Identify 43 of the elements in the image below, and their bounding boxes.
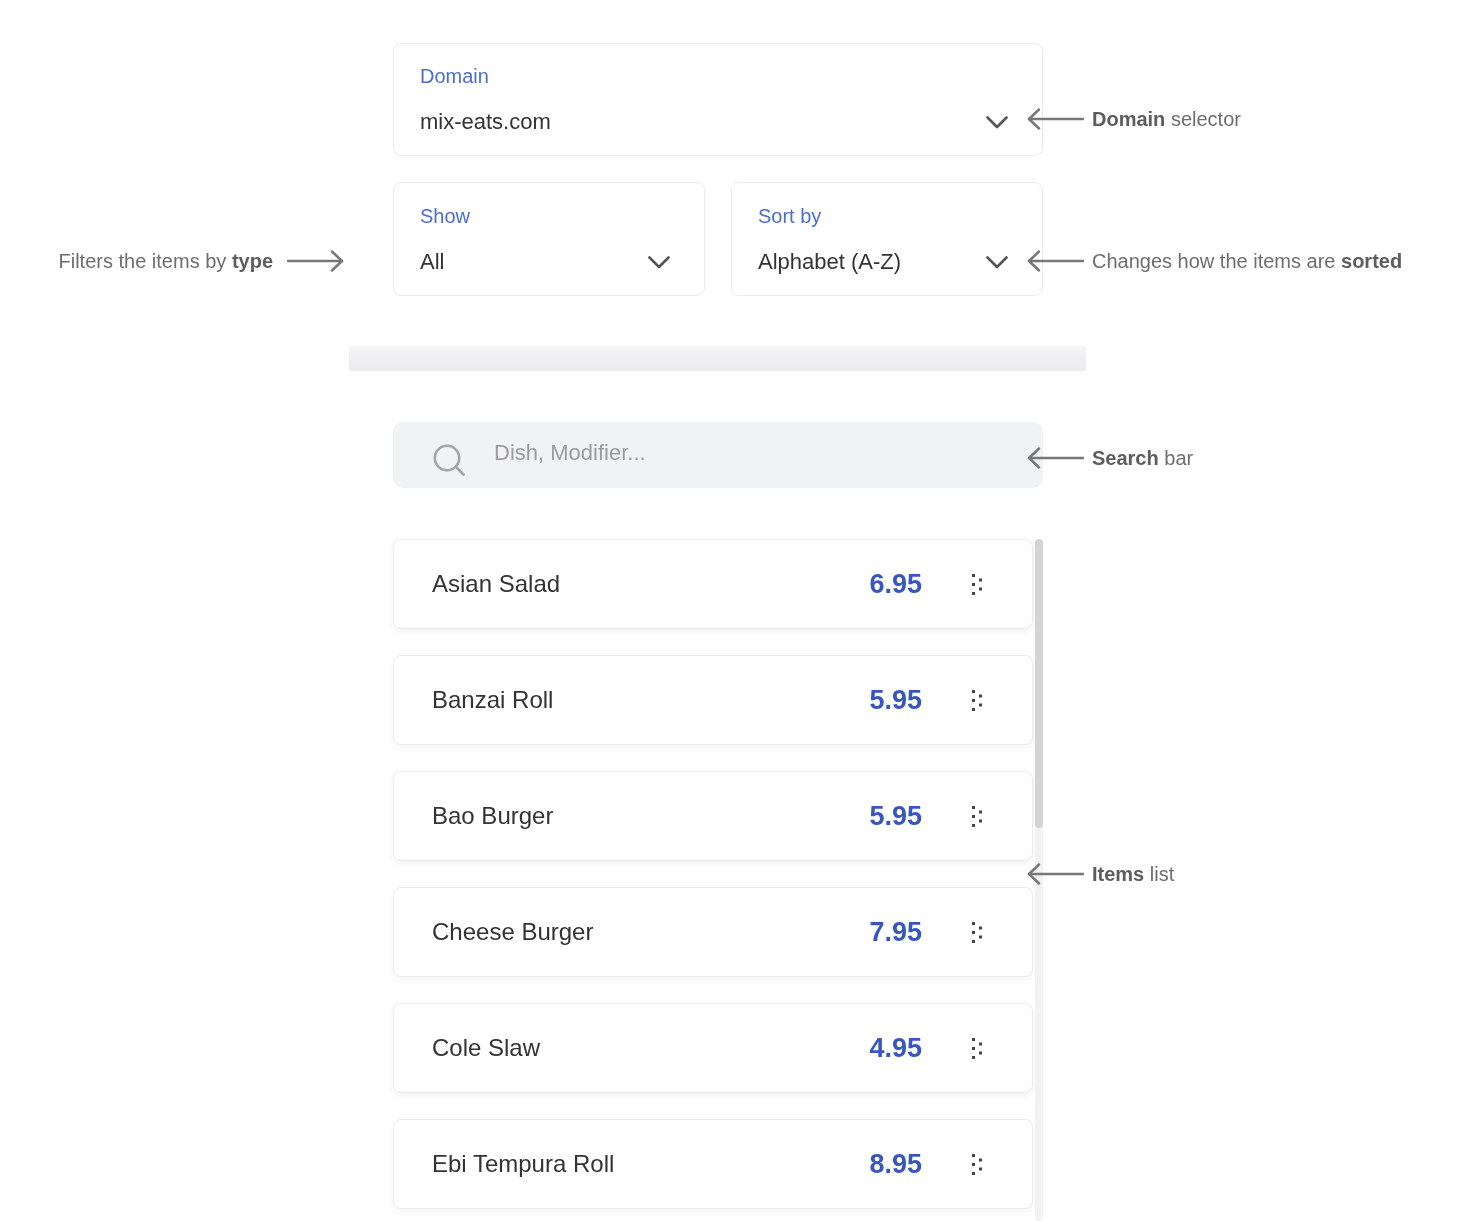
search-field[interactable]: Dish, Modifier... xyxy=(393,422,1043,488)
item-card[interactable]: Asian Salad 6.95 xyxy=(393,539,1033,629)
item-price: 7.95 xyxy=(869,916,922,948)
callout-text: Filters the items by type xyxy=(58,249,273,273)
item-price: 5.95 xyxy=(869,800,922,832)
search-icon xyxy=(433,444,465,476)
callout-arrow xyxy=(1027,250,1084,272)
dotted-handle-icon[interactable] xyxy=(972,921,982,943)
callout-text: Domain selector xyxy=(1092,107,1241,131)
item-card[interactable]: Banzai Roll 5.95 xyxy=(393,655,1033,745)
item-card[interactable]: Cole Slaw 4.95 xyxy=(393,1003,1033,1093)
item-price: 5.95 xyxy=(869,684,922,716)
item-name: Banzai Roll xyxy=(432,686,555,714)
callout-arrow xyxy=(1027,863,1084,885)
callout-text: Search bar xyxy=(1092,446,1194,470)
chevron-down-icon xyxy=(648,255,670,269)
item-card[interactable]: Cheese Burger 7.95 xyxy=(393,887,1033,977)
chevron-down-icon xyxy=(986,115,1008,129)
dropdown-select[interactable]: Sort by Alphabet (A-Z) xyxy=(731,182,1043,296)
item-name: Ebi Tempura Roll xyxy=(432,1150,616,1178)
dotted-handle-icon[interactable] xyxy=(972,573,982,595)
item-name: Cole Slaw xyxy=(432,1034,542,1062)
item-name: Cheese Burger xyxy=(432,918,595,946)
dotted-handle-icon[interactable] xyxy=(972,1037,982,1059)
domain-select[interactable]: Domain mix-eats.com xyxy=(393,43,1043,156)
item-price: 4.95 xyxy=(869,1032,922,1064)
item-card[interactable]: Bao Burger 5.95 xyxy=(393,771,1033,861)
dropdown-select[interactable]: Show All xyxy=(393,182,705,296)
callout-arrow xyxy=(287,250,344,272)
callout-text: Changes how the items are sorted xyxy=(1092,249,1403,273)
item-price: 6.95 xyxy=(869,568,922,600)
callout-arrow xyxy=(1027,447,1084,469)
item-price: 8.95 xyxy=(869,1148,922,1180)
dotted-handle-icon[interactable] xyxy=(972,805,982,827)
callout-arrow xyxy=(1027,108,1084,130)
scrollbar-thumb[interactable] xyxy=(1035,539,1043,828)
chevron-down-icon xyxy=(986,255,1008,269)
item-card[interactable]: Ebi Tempura Roll 8.95 xyxy=(393,1119,1033,1209)
item-name: Asian Salad xyxy=(432,570,562,598)
dotted-handle-icon[interactable] xyxy=(972,1153,982,1175)
item-name: Bao Burger xyxy=(432,802,555,830)
dotted-handle-icon[interactable] xyxy=(972,689,982,711)
callout-text: Items list xyxy=(1092,862,1175,886)
